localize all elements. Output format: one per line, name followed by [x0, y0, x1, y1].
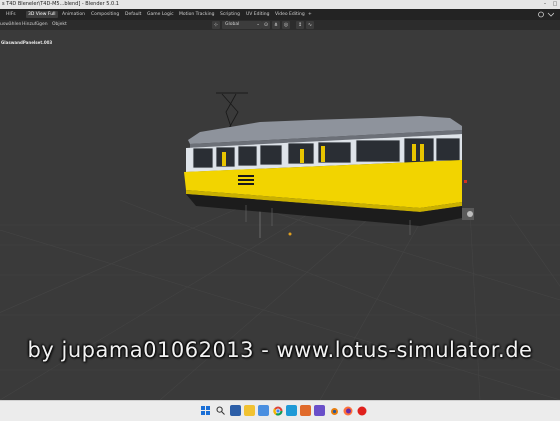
file-explorer-icon[interactable] — [230, 405, 241, 416]
workspace-tab-bar: HIFs 3D View Full Animation Compositing … — [0, 9, 560, 20]
tab-scripting[interactable]: Scripting — [218, 11, 242, 18]
tab-compositing[interactable]: Compositing — [89, 11, 121, 18]
overlay-icon[interactable]: ∿ — [306, 21, 314, 29]
floor-grid — [0, 189, 560, 400]
store-icon[interactable] — [300, 405, 311, 416]
tram-grille — [238, 175, 254, 185]
maximize-icon[interactable]: □ — [550, 0, 560, 9]
folder-icon[interactable] — [244, 405, 255, 416]
app-icon[interactable] — [314, 405, 325, 416]
chrome-icon[interactable] — [272, 405, 283, 416]
firefox-icon[interactable] — [342, 405, 353, 416]
chevron-down-icon: ⌄ — [256, 22, 260, 27]
menu-select[interactable]: uswählen — [0, 21, 21, 29]
transform-icon[interactable]: ↕ — [296, 21, 304, 29]
snap-icon[interactable]: ⋔ — [272, 21, 280, 29]
taskbar — [0, 400, 560, 421]
watermark-text: by jupama01062013 - www.lotus-simulator.… — [27, 338, 533, 362]
add-workspace-button[interactable]: + — [306, 11, 314, 18]
transform-orientation-icon[interactable]: ⊹ — [212, 21, 220, 29]
windows-start-icon[interactable] — [200, 405, 211, 416]
tab-motion-tracking[interactable]: Motion Tracking — [177, 11, 216, 18]
window-title-bar: s T4D Bleneler\T4D-M5...blend] - Blender… — [0, 0, 560, 9]
viewport-header: uswählen Hinzufügen Objekt ⊹ Global ⌄ ⊙ … — [0, 20, 560, 30]
tab-hifs[interactable]: HIFs — [4, 11, 18, 18]
active-object-label: GlaswandPanelset.003 — [1, 40, 53, 45]
tail-light — [464, 180, 467, 183]
transform-orientation-dropdown[interactable]: Global ⌄ — [222, 21, 262, 29]
pivot-icon[interactable]: ⊙ — [262, 21, 270, 29]
tram-model — [184, 92, 474, 235]
tab-3d-view-full[interactable]: 3D View Full — [26, 11, 58, 18]
edge-icon[interactable] — [286, 405, 297, 416]
tab-game-logic[interactable]: Game Logic — [145, 11, 176, 18]
record-icon[interactable] — [356, 405, 367, 416]
transform-orientation-value: Global — [225, 22, 240, 27]
window-title: s T4D Bleneler\T4D-M5...blend] - Blender… — [2, 1, 119, 7]
tab-uv-editing[interactable]: UV Editing — [244, 11, 271, 18]
tab-default[interactable]: Default — [123, 11, 143, 18]
menu-object[interactable]: Objekt — [52, 21, 67, 29]
pantograph — [216, 92, 248, 131]
menu-add[interactable]: Hinzufügen — [22, 21, 48, 29]
tab-animation[interactable]: Animation — [60, 11, 87, 18]
tab-video-editing[interactable]: Video Editing — [273, 11, 307, 18]
origin-marker — [288, 232, 292, 236]
minimize-icon[interactable]: – — [540, 0, 550, 9]
photos-icon[interactable] — [258, 405, 269, 416]
search-icon[interactable] — [215, 405, 226, 416]
blender-icon[interactable] — [328, 405, 339, 416]
scene-selector-icon[interactable] — [538, 11, 555, 18]
proportional-icon[interactable]: ◎ — [282, 21, 290, 29]
